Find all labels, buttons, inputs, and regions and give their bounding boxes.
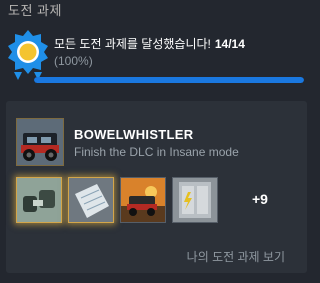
progress-bar — [34, 77, 304, 83]
progress-fill — [34, 77, 304, 83]
progress-count: 14/14 — [214, 37, 245, 51]
achievement-description: Finish the DLC in Insane mode — [74, 145, 239, 159]
progress-percent: (100%) — [54, 54, 93, 68]
progress-message: 모든 도전 과제를 달성했습니다! 14/14 — [54, 35, 245, 52]
binoculars-achievement-icon[interactable] — [16, 177, 62, 223]
achievement-card: BOWELWHISTLER Finish the DLC in Insane m… — [6, 101, 307, 273]
jeep-achievement-icon[interactable] — [16, 118, 64, 166]
more-achievements-count[interactable]: +9 — [252, 191, 268, 207]
progress-message-text: 모든 도전 과제를 달성했습니다! — [54, 37, 211, 51]
fuse-box-achievement-icon[interactable] — [172, 177, 218, 223]
jeep-sunset-achievement-icon[interactable] — [120, 177, 166, 223]
achievement-progress: 모든 도전 과제를 달성했습니다! 14/14 (100%) — [6, 28, 306, 92]
map-sheet-achievement-icon[interactable] — [68, 177, 114, 223]
achievement-name: BOWELWHISTLER — [74, 127, 194, 142]
section-title: 도전 과제 — [8, 3, 62, 18]
view-my-achievements-link[interactable]: 나의 도전 과제 보기 — [187, 248, 285, 265]
